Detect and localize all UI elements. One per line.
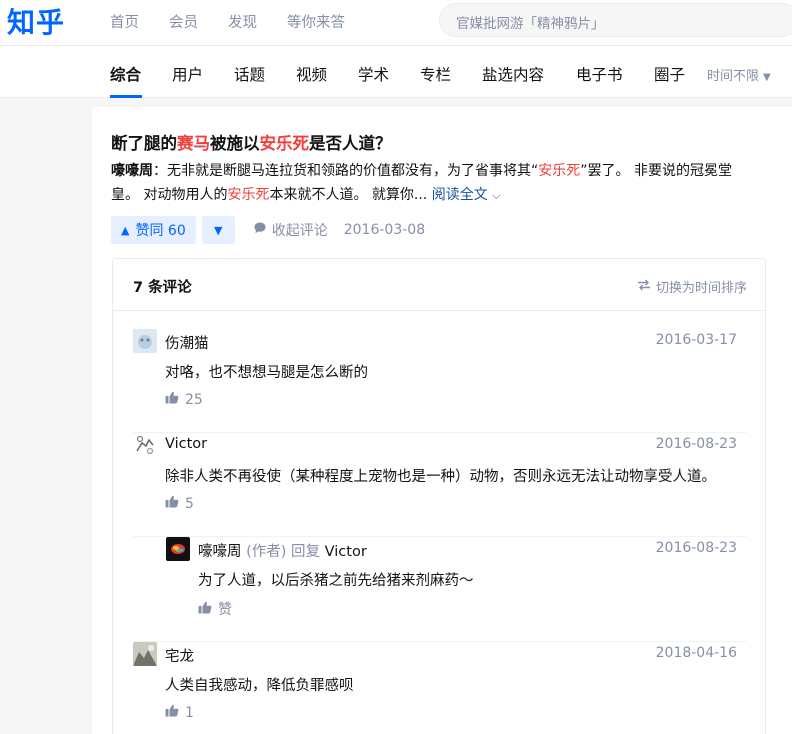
search-input[interactable]: 官媒批网游「精神鸦片」: [439, 3, 792, 37]
chevron-down-icon: ▼: [763, 72, 771, 83]
comment-text: 除非人类不再役使（某种程度上宠物也是一种）动物，否则永远无法让动物享受人道。: [165, 469, 716, 485]
comment-username[interactable]: 伤潮猫: [165, 332, 209, 353]
triangle-up-icon: ▲: [121, 223, 130, 237]
title-highlight: 赛马: [177, 134, 210, 153]
title-highlight: 安乐死: [259, 134, 310, 153]
title-text: 是否人道？: [309, 134, 392, 153]
nav-explore[interactable]: 发现: [228, 11, 257, 32]
comment-like-button[interactable]: 赞: [198, 599, 232, 619]
swap-arrows-icon: [637, 279, 651, 295]
like-count: 25: [185, 391, 203, 408]
nav-home[interactable]: 首页: [110, 11, 139, 32]
collapse-comments-button[interactable]: 收起评论: [253, 220, 328, 240]
tab-salt-content[interactable]: 盐选内容: [482, 63, 544, 85]
answer-actions: ▲ 赞同 60 ▼ 收起评论 2016-03-08: [111, 216, 425, 244]
comments-panel: 7 条评论 切换为时间排序 伤潮猫 2016-03-17 对咯，也不想想马腿是怎…: [112, 258, 766, 734]
avatar[interactable]: [166, 537, 190, 561]
answer-date: 2016-03-08: [343, 222, 426, 238]
top-nav: 首页 会员 发现 等你来答: [110, 11, 345, 32]
nav-vip[interactable]: 会员: [169, 11, 198, 32]
title-text: 断了腿的: [111, 134, 177, 153]
tab-circles[interactable]: 圈子: [654, 63, 685, 85]
excerpt-text: ：: [153, 163, 167, 179]
comment-date: 2016-08-23: [655, 540, 737, 556]
excerpt-highlight: 安乐死: [227, 187, 270, 203]
comment-text: 对咯，也不想想马腿是怎么断的: [165, 365, 368, 381]
nav-waiting-answers[interactable]: 等你来答: [287, 11, 345, 32]
upvote-label: 赞同 60: [135, 223, 186, 239]
answer-author[interactable]: 嚎嚎周: [111, 163, 153, 179]
upvote-button[interactable]: ▲ 赞同 60: [111, 216, 196, 244]
comment-date: 2016-08-23: [655, 436, 737, 452]
tab-academic[interactable]: 学术: [358, 63, 389, 85]
tab-videos[interactable]: 视频: [296, 63, 327, 85]
comment-like-button[interactable]: 5: [165, 495, 194, 512]
reply-to-username[interactable]: Victor: [325, 544, 367, 560]
avatar[interactable]: [133, 433, 157, 457]
avatar[interactable]: [133, 642, 157, 666]
zhihu-logo[interactable]: 知乎: [7, 1, 65, 41]
triangle-down-icon: ▼: [214, 223, 223, 237]
downvote-button[interactable]: ▼: [201, 216, 235, 244]
chevron-down-icon: ⌵: [492, 189, 501, 202]
like-count: 5: [185, 495, 194, 512]
comment-username[interactable]: 嚎嚎周: [198, 544, 242, 560]
top-header: 知乎 首页 会员 发现 等你来答 官媒批网游「精神鸦片」: [0, 0, 792, 45]
tab-users[interactable]: 用户: [172, 63, 203, 85]
answer-excerpt[interactable]: 嚎嚎周：无非就是断腿马连拉货和领路的价值都没有，为了省事将其“安乐死”罢了。 非…: [111, 159, 751, 208]
tab-columns[interactable]: 专栏: [420, 63, 451, 85]
thumbs-up-icon: [165, 704, 179, 721]
question-title[interactable]: 断了腿的赛马被施以安乐死是否人道？: [111, 130, 392, 154]
comment-item: Victor 2016-08-23 除非人类不再役使（某种程度上宠物也是一种）动…: [133, 433, 747, 537]
excerpt-highlight: 安乐死: [538, 163, 581, 179]
comment-date: 2016-03-17: [655, 332, 737, 348]
comment-text: 为了人道，以后杀猪之前先给猪来剂麻药～: [198, 573, 474, 589]
comment-item: 宅龙 2018-04-16 人类自我感动，降低负罪感呗 1: [133, 641, 747, 734]
thumbs-up-icon: [198, 601, 212, 618]
comments-header: 7 条评论 切换为时间排序: [113, 259, 765, 311]
comment-username[interactable]: 宅龙: [165, 645, 194, 666]
comment-date: 2018-04-16: [655, 645, 737, 661]
thumbs-up-icon: [165, 495, 179, 512]
comment-count: 7 条评论: [133, 280, 192, 296]
thumbs-up-icon: [165, 391, 179, 408]
like-count: 1: [185, 704, 194, 721]
reply-item: 嚎嚎周 (作者) 回复 Victor 2016-08-23 为了人道，以后杀猪之…: [166, 537, 747, 641]
reply-header: 嚎嚎周 (作者) 回复 Victor: [198, 540, 367, 561]
excerpt-text: 本来就不人道。 就算你...: [269, 187, 432, 203]
tab-general[interactable]: 综合: [110, 63, 141, 85]
like-label: 赞: [218, 602, 232, 618]
comment-text: 人类自我感动，降低负罪感呗: [165, 678, 354, 694]
comment-bubble-icon: [253, 221, 267, 239]
excerpt-text: 无非就是断腿马连拉货和领路的价值都没有，为了省事将其“: [167, 163, 539, 179]
time-filter-dropdown[interactable]: 时间不限 ▼: [707, 65, 771, 84]
comment-like-button[interactable]: 1: [165, 704, 194, 721]
sort-toggle-label: 切换为时间排序: [655, 281, 747, 296]
search-result-card: 断了腿的赛马被施以安乐死是否人道？ 嚎嚎周：无非就是断腿马连拉货和领路的价值都没…: [92, 107, 792, 734]
tab-ebooks[interactable]: 电子书: [576, 63, 623, 85]
tab-topics[interactable]: 话题: [234, 63, 265, 85]
title-text: 被施以: [210, 134, 260, 153]
read-more-label: 阅读全文: [431, 187, 488, 203]
search-tabs: 综合 用户 话题 视频 学术 专栏 盐选内容 电子书 圈子 时间不限 ▼: [0, 45, 792, 98]
active-tab-indicator: [110, 95, 142, 98]
sort-toggle-button[interactable]: 切换为时间排序: [637, 277, 747, 296]
read-more-link[interactable]: 阅读全文 ⌵: [432, 187, 501, 203]
time-filter-label: 时间不限: [707, 69, 760, 84]
author-tag: (作者): [246, 544, 287, 560]
comment-username[interactable]: Victor: [165, 436, 207, 452]
reply-word: 回复: [291, 544, 321, 560]
avatar[interactable]: [133, 329, 157, 353]
comment-like-button[interactable]: 25: [165, 391, 203, 408]
comment-item: 伤潮猫 2016-03-17 对咯，也不想想马腿是怎么断的 25: [133, 329, 747, 433]
collapse-comments-label: 收起评论: [271, 223, 328, 239]
